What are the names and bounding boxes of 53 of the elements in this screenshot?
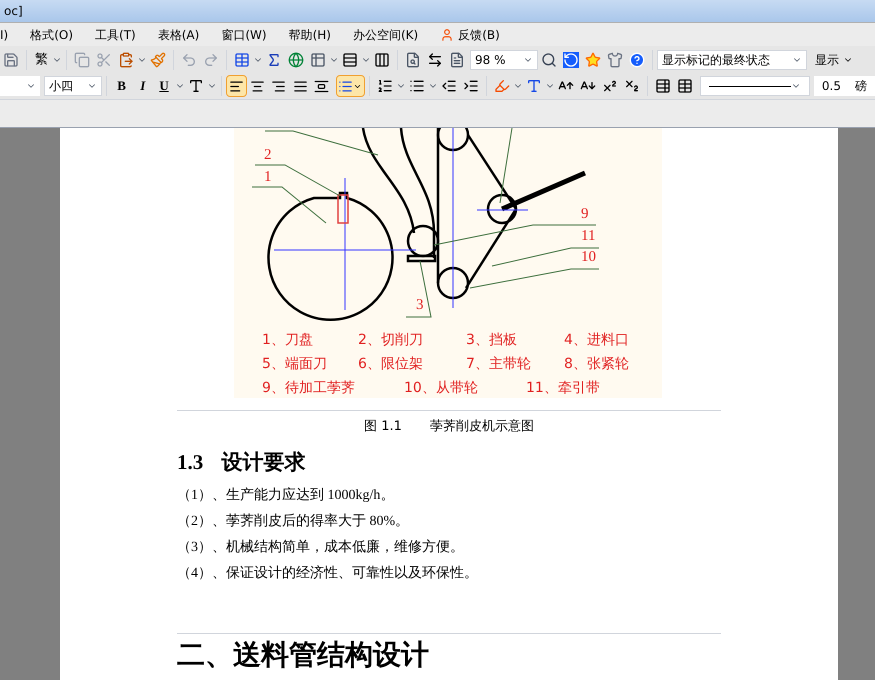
- border-width-field[interactable]: 0.5 磅: [814, 76, 875, 96]
- legend-item: 4、进料口: [564, 331, 630, 350]
- callout-number: 2: [264, 148, 272, 163]
- callout-number: 11: [581, 229, 596, 244]
- requirement-item: （2）、荸荠削皮后的得率大于 80%。: [177, 512, 410, 531]
- legend-item: 1、刀盘: [262, 331, 314, 350]
- legend-item: 9、待加工荸荠: [262, 379, 356, 398]
- menu-item[interactable]: 格式(O): [30, 26, 74, 44]
- window-title: oc]: [4, 3, 23, 20]
- align-icon: [250, 78, 265, 94]
- menu-item[interactable]: 办公空间(K): [352, 26, 418, 44]
- line-spacing-button[interactable]: [336, 75, 365, 97]
- markup-view-combo[interactable]: 显示标记的最终状态: [657, 50, 807, 70]
- figure-caption: 图 1.1 荸荠削皮机示意图: [363, 418, 535, 436]
- legend-item: 11、牵引带: [526, 379, 601, 398]
- font-name-field[interactable]: [0, 76, 40, 96]
- menu-item[interactable]: 窗口(W): [221, 26, 267, 44]
- align-button[interactable]: [226, 75, 247, 97]
- callout-number: 1: [264, 170, 272, 185]
- callout-number: 9: [581, 207, 588, 222]
- menu-item[interactable]: 帮助(H): [288, 26, 331, 44]
- callout-number: 10: [581, 250, 596, 265]
- legend-item: 2、切削刀: [358, 331, 424, 350]
- zoom-combo[interactable]: 98 %: [470, 50, 538, 70]
- font-size-combo[interactable]: 小四: [44, 76, 102, 96]
- menu-item[interactable]: 表格(A): [158, 26, 200, 44]
- section-heading: 1.3 设计要求: [177, 448, 306, 476]
- menu-item[interactable]: I): [0, 26, 8, 44]
- person-icon: [440, 28, 454, 42]
- bold-button[interactable]: B: [111, 75, 132, 97]
- traditional-chinese-button[interactable]: 繁: [31, 50, 52, 70]
- legend-item: 8、张紧轮: [564, 355, 630, 374]
- underline-button[interactable]: U: [153, 75, 175, 97]
- menu-item[interactable]: 反馈(B): [440, 26, 500, 44]
- legend-item: 10、从带轮: [404, 379, 479, 398]
- legend-item: 6、限位架: [358, 355, 424, 374]
- legend-item: 5、端面刀: [262, 355, 328, 374]
- requirement-item: （3）、机械结构简单，成本低廉，维修方便。: [177, 538, 465, 557]
- legend-item: 7、主带轮: [466, 355, 532, 374]
- legend-item: 3、挡板: [466, 331, 518, 350]
- show-button[interactable]: 显示: [815, 50, 853, 68]
- align-icon: [228, 78, 244, 94]
- menu-item[interactable]: 工具(T): [95, 26, 136, 44]
- requirement-item: （1）、生产能力应达到 1000kg/h。: [177, 486, 396, 505]
- requirement-item: （4）、保证设计的经济性、可靠性以及环保性。: [177, 564, 479, 583]
- chapter-heading: 二、送料管结构设计: [177, 639, 430, 673]
- italic-button[interactable]: I: [132, 75, 154, 97]
- callout-number: 3: [416, 298, 424, 313]
- align-icon: [292, 78, 308, 94]
- align-icon: [314, 78, 329, 94]
- line-spacing-icon: [338, 78, 354, 94]
- line-style-combo[interactable]: [700, 76, 810, 96]
- align-icon: [271, 78, 286, 94]
